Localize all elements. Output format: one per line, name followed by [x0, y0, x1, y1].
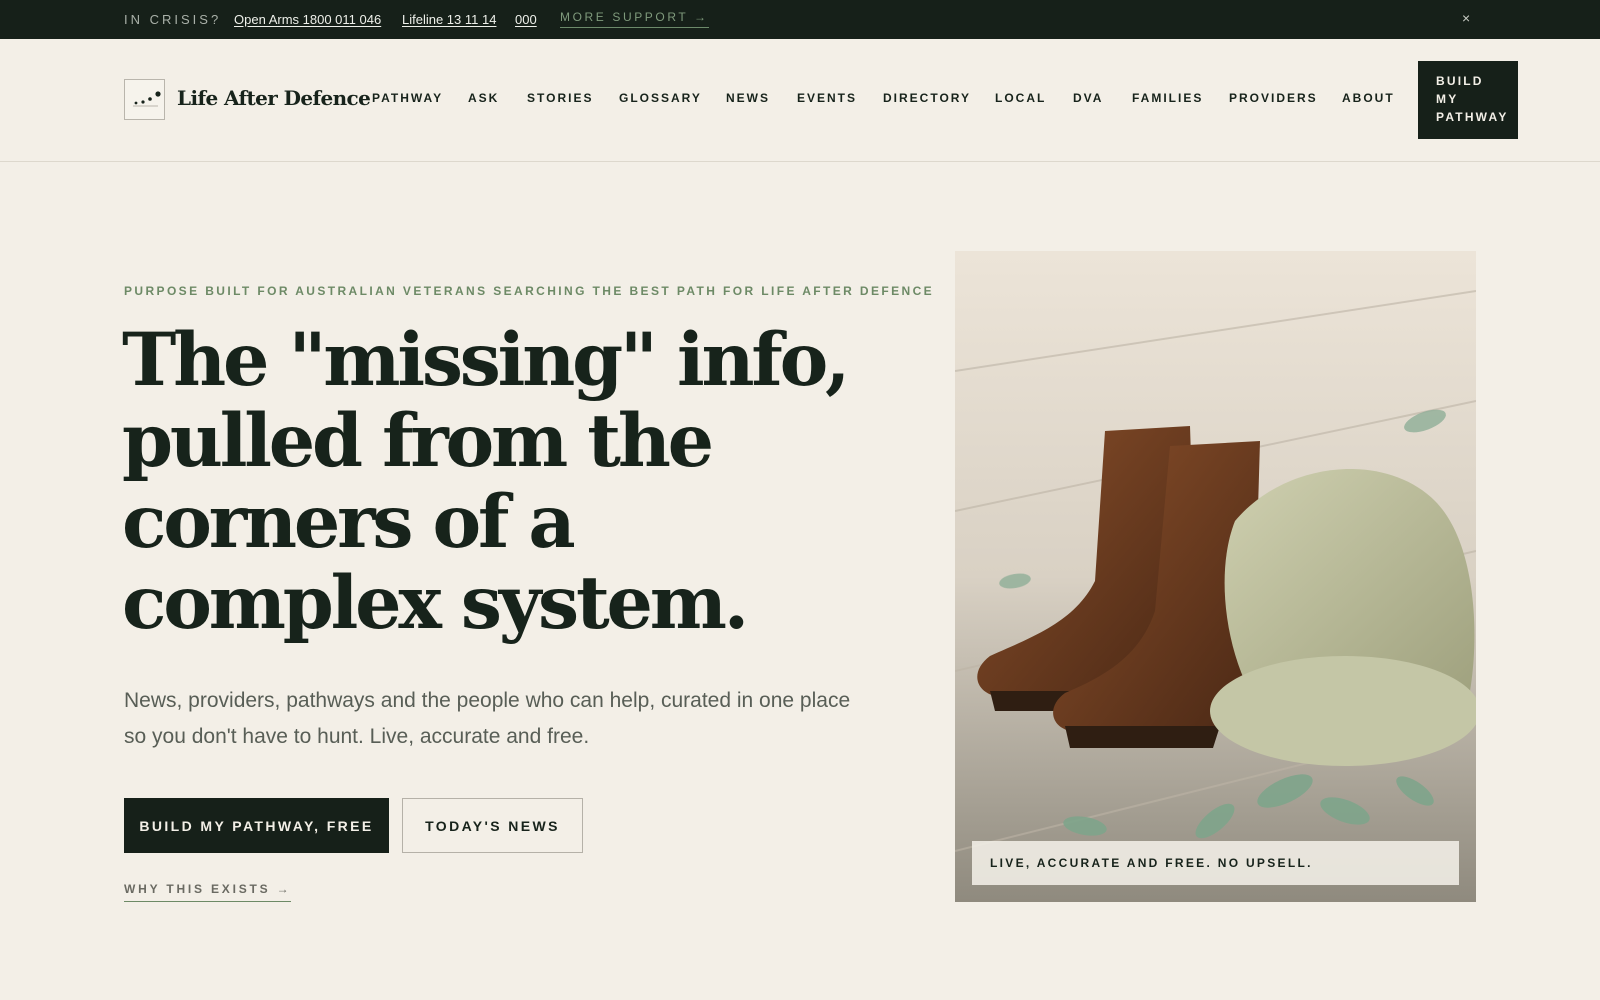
hero-image: LIVE, ACCURATE AND FREE. NO UPSELL.: [955, 251, 1476, 902]
nav-providers[interactable]: PROVIDERS: [1229, 91, 1318, 105]
open-arms-link[interactable]: Open Arms 1800 011 046: [234, 12, 381, 27]
site-header: Life After Defence PATHWAY ASK STORIES G…: [0, 39, 1600, 162]
cta-line: MY: [1436, 92, 1459, 106]
emergency-link[interactable]: 000: [515, 12, 537, 27]
close-icon[interactable]: ×: [1462, 10, 1470, 26]
logo-icon[interactable]: [124, 79, 165, 120]
more-support-link[interactable]: MORE SUPPORT →: [560, 10, 709, 28]
crisis-label: IN CRISIS?: [124, 12, 222, 27]
nav-glossary[interactable]: GLOSSARY: [619, 91, 702, 105]
build-pathway-nav-button[interactable]: BUILD MY PATHWAY: [1418, 61, 1518, 139]
todays-news-button[interactable]: TODAY'S NEWS: [402, 798, 583, 853]
nav-pathway[interactable]: PATHWAY: [372, 91, 443, 105]
build-pathway-button[interactable]: BUILD MY PATHWAY, FREE: [124, 798, 389, 853]
boots-and-hat-illustration: [955, 251, 1476, 902]
crisis-bar: IN CRISIS? Open Arms 1800 011 046 Lifeli…: [0, 0, 1600, 39]
nav-directory[interactable]: DIRECTORY: [883, 91, 971, 105]
cta-line: BUILD: [1436, 74, 1484, 88]
hero-headline: The "missing" info, pulled from the corn…: [122, 317, 850, 646]
nav-news[interactable]: NEWS: [726, 91, 770, 105]
nav-events[interactable]: EVENTS: [797, 91, 857, 105]
nav-stories[interactable]: STORIES: [527, 91, 593, 105]
nav-local[interactable]: LOCAL: [995, 91, 1046, 105]
nav-dva[interactable]: DVA: [1073, 91, 1103, 105]
nav-families[interactable]: FAMILIES: [1132, 91, 1203, 105]
cta-line: PATHWAY: [1436, 110, 1509, 124]
hero-lede: News, providers, pathways and the people…: [124, 689, 851, 748]
why-this-exists-link[interactable]: WHY THIS EXISTS →: [124, 882, 292, 902]
lifeline-link[interactable]: Lifeline 13 11 14: [402, 12, 496, 27]
brand-name[interactable]: Life After Defence: [177, 86, 371, 110]
nav-ask[interactable]: ASK: [468, 91, 499, 105]
hero-eyebrow: PURPOSE BUILT FOR AUSTRALIAN VETERANS SE…: [124, 284, 935, 298]
nav-about[interactable]: ABOUT: [1342, 91, 1395, 105]
image-caption: LIVE, ACCURATE AND FREE. NO UPSELL.: [972, 841, 1459, 885]
